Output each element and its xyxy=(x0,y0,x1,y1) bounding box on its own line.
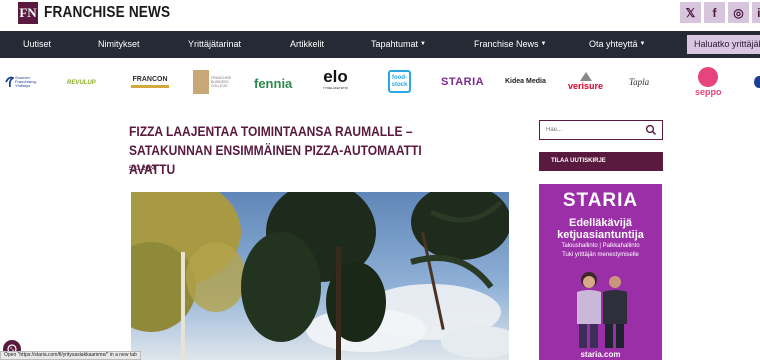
partner-logo-sfy[interactable]: Suomen Franchising-Yhdistys xyxy=(5,76,41,88)
partner-logo-verisure[interactable]: verisure xyxy=(568,72,603,91)
site-brand-name[interactable]: FRANCHISE NEWS xyxy=(44,4,170,22)
chevron-down-icon: ▼ xyxy=(420,41,426,48)
newsletter-button[interactable]: TILAA UUTISKIRJE xyxy=(539,152,663,171)
ad-subtext-line-2: Tuki yrittäjän menestymiselle xyxy=(562,252,639,258)
partner-name: elo xyxy=(323,67,348,86)
partner-logo-foodstock[interactable]: food-stock xyxy=(388,70,411,93)
search-box xyxy=(539,120,663,140)
ad-headline-line-2: ketjuasiantuntija xyxy=(557,229,644,241)
seppo-mark-icon xyxy=(698,67,719,87)
nav-item-label: Tapahtumat xyxy=(371,39,419,49)
chevron-down-icon: ▼ xyxy=(639,41,646,48)
ad-logo: STARIA xyxy=(562,190,639,211)
partner-logo-francon[interactable]: FRANCON xyxy=(131,76,169,88)
x-icon[interactable]: 𝕏 xyxy=(680,2,701,23)
site-header: FN FRANCHISE NEWS 𝕏 f ◎ in xyxy=(0,0,760,30)
ad-url: staria.com xyxy=(580,350,621,359)
search-icon[interactable] xyxy=(645,124,657,136)
ad-headline-line-1: Edelläkävijä xyxy=(569,217,632,229)
nav-item-artikkelit[interactable]: Artikkelit xyxy=(290,31,324,58)
nav-item-label: Franchise News xyxy=(474,39,539,49)
partner-logo-fennia[interactable]: fennia xyxy=(254,76,292,91)
partner-logo-revulup[interactable]: REVULUP xyxy=(67,80,96,86)
fbc-mark-icon xyxy=(193,70,209,94)
ad-people-image xyxy=(577,272,627,348)
search-input[interactable] xyxy=(546,121,642,139)
nav-item-label: Ota yhteyttä xyxy=(589,39,638,49)
partner-name: FRANCHISE BUSINESS COLLEGE xyxy=(211,76,232,88)
instagram-icon[interactable]: ◎ xyxy=(728,2,749,23)
facebook-icon[interactable]: f xyxy=(704,2,725,23)
nav-item-label: Yrittäjätarinat xyxy=(188,39,242,49)
become-entrepreneur-button[interactable]: Haluatko yrittäjäks xyxy=(687,35,760,54)
ad-headline: Edelläkävijä ketjuasiantuntija xyxy=(539,217,662,241)
partner-logo-fbc[interactable]: FRANCHISE BUSINESS COLLEGE xyxy=(193,70,235,94)
linkedin-icon[interactable]: in xyxy=(752,2,760,23)
ad-subtext-line-1: Taloushallinto | Palkkahallinto xyxy=(561,243,640,249)
page: FN FRANCHISE NEWS 𝕏 f ◎ in Uutiset Nimit… xyxy=(0,0,760,360)
partner-subname: TYÖELÄKEYHTIÖ xyxy=(323,86,349,90)
nav-item-yrittajatarinat[interactable]: Yrittäjätarinat xyxy=(188,31,241,58)
partner-logo-cut-off[interactable] xyxy=(754,76,760,88)
partner-name: Suomen Franchising-Yhdistys xyxy=(15,75,38,88)
partner-logo-kidea-media[interactable]: Kidea Media xyxy=(505,78,546,85)
article-title: Fizza laajentaa toimintaansa Raumalle – … xyxy=(129,123,422,177)
nav-item-label: Uutiset xyxy=(23,39,52,49)
partner-logo-tapla[interactable]: Tapla xyxy=(629,77,649,87)
partner-logo-strip: Suomen Franchising-Yhdistys REVULUP FRAN… xyxy=(0,58,760,108)
chevron-down-icon: ▼ xyxy=(540,41,547,48)
article-image xyxy=(131,192,509,360)
logo-mark[interactable]: FN xyxy=(18,2,38,24)
partner-name: seppo xyxy=(695,87,722,97)
staria-ad-banner[interactable]: STARIA Edelläkävijä ketjuasiantuntija Ta… xyxy=(539,184,662,360)
nav-item-nimitykset[interactable]: Nimitykset xyxy=(98,31,140,58)
article-photo-scene xyxy=(131,192,509,360)
verisure-mark-icon xyxy=(579,72,592,81)
article-date: 5.11.2024 xyxy=(129,166,156,172)
nav-item-franchise-news[interactable]: Franchise News ▼ xyxy=(474,31,546,58)
ad-subtext: Taloushallinto | Palkkahallinto Tuki yri… xyxy=(539,242,662,260)
partner-logo-elo[interactable]: elo TYÖELÄKEYHTIÖ xyxy=(323,67,349,91)
browser-status-bar: Open "https://staria.com/fi/yritysasiakk… xyxy=(0,351,141,360)
partner-logo-staria[interactable]: STARIA xyxy=(441,76,484,88)
partner-name: verisure xyxy=(568,81,604,91)
nav-item-ota-yhteytta[interactable]: Ota yhteyttä ▼ xyxy=(589,31,645,58)
nav-item-label: Artikkelit xyxy=(290,39,325,49)
partner-logo-seppo[interactable]: seppo xyxy=(695,67,722,98)
nav-item-label: Nimitykset xyxy=(98,39,140,49)
nav-item-tapahtumat[interactable]: Tapahtumat ▼ xyxy=(371,31,426,58)
nav-item-uutiset[interactable]: Uutiset xyxy=(23,31,51,58)
sfy-mark-icon xyxy=(5,76,14,88)
main-nav: Uutiset Nimitykset Yrittäjätarinat Artik… xyxy=(0,31,760,58)
